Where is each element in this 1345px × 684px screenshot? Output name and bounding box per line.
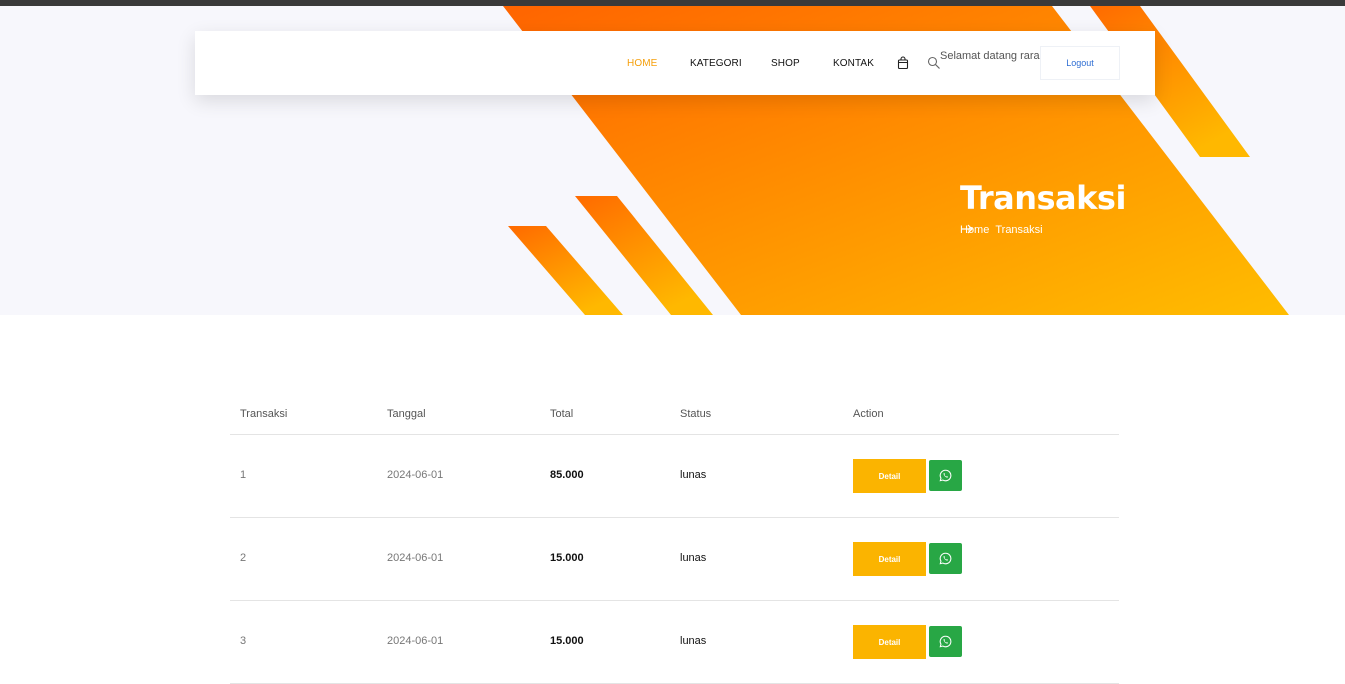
nav-home[interactable]: HOME	[627, 58, 657, 69]
shopping-bag-icon[interactable]	[896, 56, 910, 70]
cell-total: 85.000	[550, 469, 584, 481]
cell-transaksi: 3	[240, 635, 247, 647]
whatsapp-icon	[939, 635, 952, 648]
cell-total: 15.000	[550, 552, 584, 564]
table-row: 2 2024-06-01 15.000 lunas Detail	[230, 518, 1119, 601]
welcome-text: Selamat datang rara	[940, 50, 1040, 62]
table-row: 1 2024-06-01 85.000 lunas Detail	[230, 435, 1119, 518]
whatsapp-button[interactable]	[929, 543, 962, 574]
detail-button[interactable]: Detail	[853, 459, 926, 493]
detail-button[interactable]: Detail	[853, 542, 926, 576]
arrow-right-icon	[961, 224, 973, 234]
page-title: Transaksi	[960, 179, 1126, 217]
nav-kategori[interactable]: KATEGORI	[690, 58, 742, 69]
header-status: Status	[680, 408, 712, 420]
detail-button[interactable]: Detail	[853, 625, 926, 659]
header-tanggal: Tanggal	[387, 408, 426, 420]
whatsapp-button[interactable]	[929, 626, 962, 657]
nav-kontak[interactable]: KONTAK	[833, 58, 874, 69]
transactions-table: Transaksi Tanggal Total Status Action 1 …	[230, 395, 1119, 684]
whatsapp-icon	[939, 552, 952, 565]
header-transaksi: Transaksi	[240, 408, 288, 420]
nav-shop[interactable]: SHOP	[771, 58, 800, 69]
logout-button[interactable]: Logout	[1040, 46, 1120, 80]
cell-tanggal: 2024-06-01	[387, 552, 444, 564]
navbar: HOME KATEGORI SHOP KONTAK Selamat datang…	[195, 31, 1155, 95]
breadcrumb: Home Transaksi	[960, 224, 1043, 236]
cell-tanggal: 2024-06-01	[387, 635, 444, 647]
cell-transaksi: 2	[240, 552, 247, 564]
cell-tanggal: 2024-06-01	[387, 469, 444, 481]
header-action: Action	[853, 408, 884, 420]
hero-stripe-left-2	[508, 226, 623, 315]
whatsapp-icon	[939, 469, 952, 482]
cell-status: lunas	[680, 552, 707, 564]
whatsapp-button[interactable]	[929, 460, 962, 491]
cell-status: lunas	[680, 469, 707, 481]
cell-status: lunas	[680, 635, 707, 647]
table-header: Transaksi Tanggal Total Status Action	[230, 395, 1119, 435]
table-row: 3 2024-06-01 15.000 lunas Detail	[230, 601, 1119, 684]
search-icon[interactable]	[927, 56, 941, 70]
breadcrumb-current: Transaksi	[995, 224, 1043, 236]
header-total: Total	[550, 408, 574, 420]
cell-total: 15.000	[550, 635, 584, 647]
cell-transaksi: 1	[240, 469, 247, 481]
